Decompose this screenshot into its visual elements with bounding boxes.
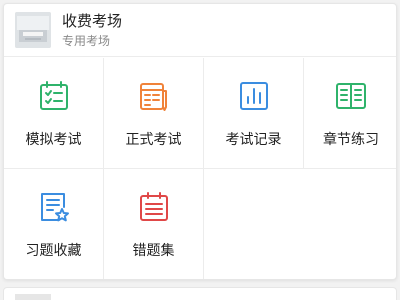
exam-paper-icon — [139, 83, 167, 111]
bar-chart-icon — [239, 82, 268, 110]
chapter-practice-button[interactable]: 章节练习 — [304, 58, 396, 169]
exam-room-header[interactable]: 收费考场 专用考场 — [4, 4, 396, 57]
wrong-book-icon — [139, 192, 168, 221]
exam-record-button[interactable]: 考试记录 — [204, 58, 304, 169]
exam-room-subtitle: 专用考场 — [62, 34, 111, 48]
formal-exam-button[interactable]: 正式考试 — [104, 58, 204, 169]
chapter-practice-label: 章节练习 — [323, 132, 379, 148]
exam-room-title: 收费考场 — [62, 12, 123, 30]
exam-room-thumbnail — [15, 12, 51, 48]
mock-exam-button[interactable]: 模拟考试 — [4, 58, 104, 169]
formal-exam-label: 正式考试 — [125, 132, 182, 148]
question-favorites-button[interactable]: 习题收藏 — [4, 169, 104, 279]
next-exam-room-card[interactable] — [3, 287, 397, 300]
wrong-questions-button[interactable]: 错题集 — [104, 169, 204, 279]
star-document-icon — [40, 193, 69, 222]
exam-record-label: 考试记录 — [225, 132, 282, 148]
open-book-icon — [336, 83, 366, 109]
next-exam-room-thumbnail — [15, 294, 51, 300]
wrong-questions-label: 错题集 — [132, 243, 175, 259]
checklist-icon — [39, 81, 68, 110]
question-favorites-label: 习题收藏 — [25, 243, 82, 259]
mock-exam-label: 模拟考试 — [25, 132, 82, 148]
exam-room-card: 收费考场 专用考场 模拟考试 正式考试 考试记录 章节练习 习题收藏 错题集 — [3, 3, 397, 280]
